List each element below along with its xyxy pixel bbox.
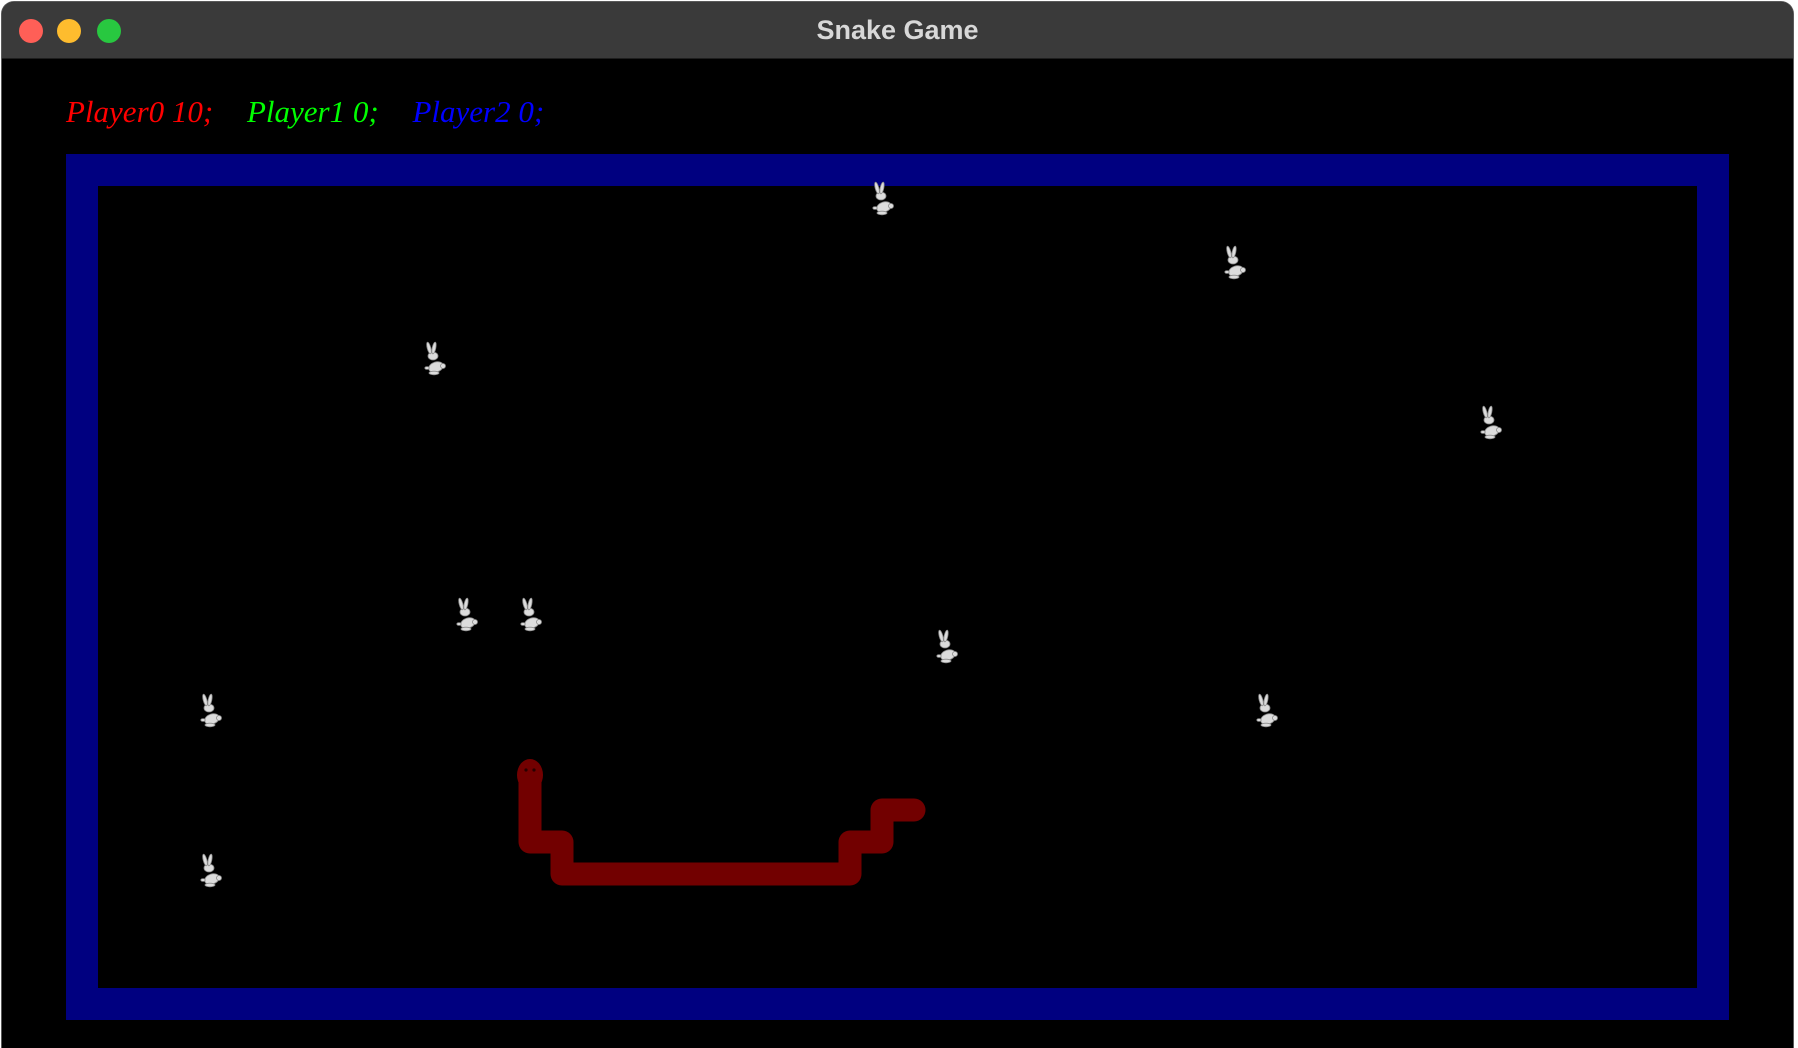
snake-eye <box>532 768 536 772</box>
snake-head <box>517 759 543 791</box>
arena-background <box>66 154 1729 1020</box>
desktop: Snake Game Player0 10; Player1 0; Player… <box>0 0 1798 1048</box>
snake-eye <box>524 768 528 772</box>
playfield[interactable] <box>2 2 1793 1048</box>
game-window: Snake Game Player0 10; Player1 0; Player… <box>2 2 1793 1048</box>
